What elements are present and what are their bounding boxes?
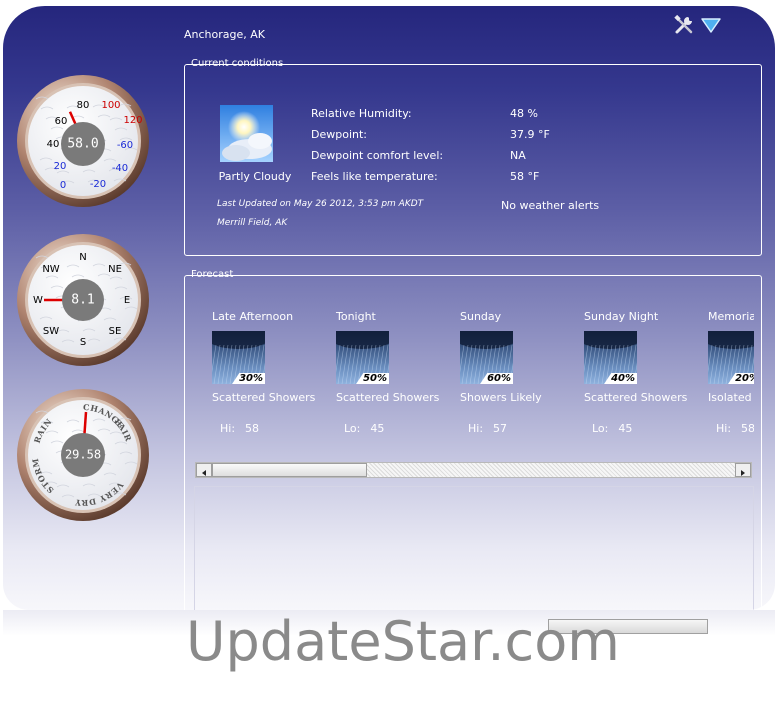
last-updated-text: Last Updated on May 26 2012, 3:53 pm AKD… [217,199,424,209]
forecast-period: Tonight 50% Scattered Showers Lo: 45 [336,306,466,436]
weather-alerts-text: No weather alerts [501,199,600,212]
forecast-period-name: Tonight [336,310,376,323]
watermark-text: UpdateStar.com [186,610,620,673]
forecast-title: Forecast [191,269,234,280]
arrow-left-icon [202,470,206,476]
temperature-scale-label: 80 [77,100,90,111]
rain-showers-icon: 60% [460,331,513,384]
wind-direction-label: NE [108,264,122,275]
forecast-scroll-area[interactable]: Late Afternoon 30% Scattered Showers Hi:… [194,306,754,458]
forecast-period-name: Memorial Day [708,310,754,323]
temperature-scale-label: 120 [123,115,142,126]
current-condition-caption: Partly Cloudy [218,170,292,183]
forecast-description: Scattered Showers [584,391,688,404]
forecast-detail-area [194,486,754,610]
wind-direction-label: E [124,295,130,306]
forecast-period: Sunday 60% Showers Likely Hi: 57 [460,306,590,436]
celsius-scale-label: -40 [112,163,128,174]
wind-direction-label: SW [43,326,59,337]
forecast-temperature: Hi: 57 [468,422,508,435]
rain-showers-icon: 50% [336,331,389,384]
pressure-readout: 29.58 [65,448,101,462]
partly-cloudy-icon [220,105,273,162]
screenshot-stage: Anchorage, AK 0 20 40 60 80 100 120 -20 -40 -60 58… [0,0,780,710]
dewpoint-value: 37.9 °F [510,128,550,141]
forecast-period-name: Late Afternoon [212,310,294,323]
humidity-value: 48 % [510,107,538,120]
wind-direction-label: SE [109,326,122,337]
station-name: Merrill Field, AK [217,218,288,228]
celsius-scale-label: -20 [90,179,106,190]
forecast-period: Memorial Day 20% Isolated Showers Hi:58 [708,306,754,436]
rain-showers-icon: 20% [708,331,754,384]
temperature-gauge: 0 20 40 60 80 100120 -20 -40 -60 58.0 [17,75,149,207]
tools-icon[interactable] [673,14,695,36]
forecast-horizontal-scrollbar[interactable] [195,462,752,478]
location-label: Anchorage, AK [184,28,265,41]
forecast-period: Late Afternoon 30% Scattered Showers Hi:… [212,306,342,436]
forecast-temperature: Lo: 45 [344,422,385,435]
rain-showers-icon: 30% [212,331,265,384]
forecast-description: Scattered Showers [336,391,440,404]
barometer-gauge: CHANGEFAIRVERY DRYSTORMYRAIN29.58 [16,388,149,521]
dewpoint-label: Dewpoint: [311,128,367,141]
forecast-temperature: Lo: 45 [592,422,633,435]
forecast-description: Showers Likely [460,391,542,404]
forecast-description: Isolated Showers [708,391,754,404]
feels-like-label: Feels like temperature: [311,170,438,183]
forecast-description: Scattered Showers [212,391,316,404]
forecast-temperature: Hi: 58 [716,422,754,435]
temperature-scale-label: 0 [60,180,66,191]
comfort-label: Dewpoint comfort level: [311,149,444,162]
dropdown-arrow-icon[interactable] [700,14,722,36]
temperature-scale-label: 100 [101,100,120,111]
scroll-left-button[interactable] [196,463,212,477]
forecast-period-name: Sunday [460,310,502,323]
temperature-readout: 58.0 [67,137,98,152]
feels-like-value: 58 °F [510,170,540,183]
temperature-scale-label: 20 [54,161,67,172]
wind-direction-label: NW [42,264,59,275]
scroll-right-button[interactable] [735,463,751,477]
wind-direction-label: N [79,252,86,263]
wind-direction-label: S [80,337,86,348]
rain-showers-icon: 40% [584,331,637,384]
forecast-period: Sunday Night 40% Scattered Showers Lo: 45 [584,306,714,436]
arrow-right-icon [741,470,745,476]
current-conditions-panel: Current conditions Partly Cloudy Relativ [184,58,762,256]
scroll-thumb[interactable] [212,463,367,477]
celsius-scale-label: -60 [117,140,133,151]
wind-direction-label: W [33,295,43,306]
weather-app-window: Anchorage, AK 0 20 40 60 80 100 120 -20 -40 -60 58… [3,6,775,610]
comfort-value: NA [510,149,526,162]
wind-speed-readout: 8.1 [71,293,94,308]
forecast-panel: Forecast Late Afternoon 30% Scattered Sh… [184,269,762,610]
wind-gauge: N NE E SE S SW W NW 8.1 [17,234,149,366]
forecast-period-name: Sunday Night [584,310,659,323]
temperature-scale-label: 40 [47,139,60,150]
humidity-label: Relative Humidity: [311,107,412,120]
current-conditions-title: Current conditions [191,58,284,69]
temperature-scale-label: 60 [55,116,68,127]
forecast-temperature: Hi: 58 [220,422,260,435]
